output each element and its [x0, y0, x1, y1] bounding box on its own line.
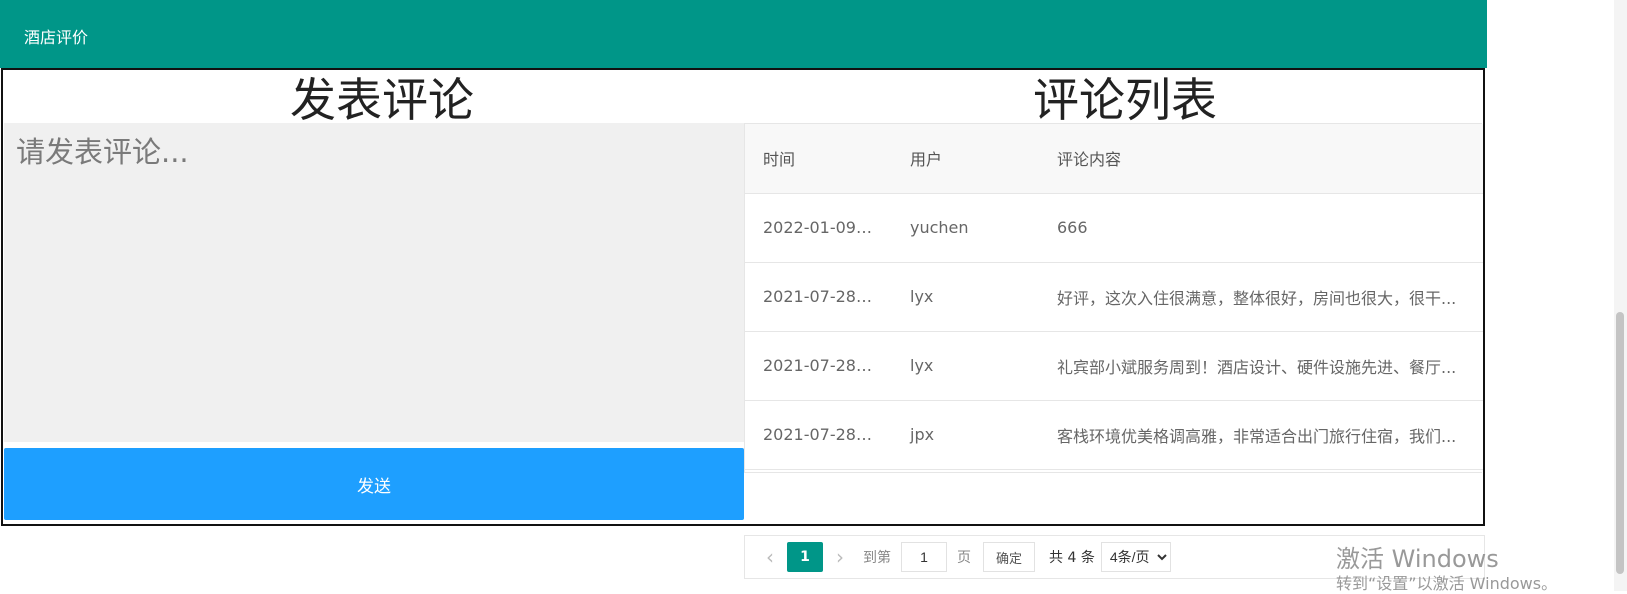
- goto-confirm-button[interactable]: 确定: [983, 542, 1036, 572]
- table-row[interactable]: 2022-01-09T... yuchen 666: [745, 193, 1483, 263]
- goto-prefix-label: 到第: [863, 550, 891, 566]
- cell-user: lyx: [892, 331, 1039, 401]
- scrollbar-thumb[interactable]: [1616, 312, 1624, 574]
- total-count: 共 4 条: [1049, 550, 1095, 566]
- watermark-title: 激活 Windows: [1336, 545, 1499, 573]
- compose-title: 发表评论: [290, 73, 474, 127]
- activation-watermark: 激活 Windows 转到“设置”以激活 Windows。: [1336, 544, 1557, 594]
- send-button[interactable]: 发送: [4, 448, 744, 520]
- goto-page-input[interactable]: [901, 542, 947, 572]
- cell-time: 2021-07-28T...: [745, 262, 892, 332]
- goto-suffix-label: 页: [957, 550, 971, 566]
- chevron-right-icon[interactable]: ›: [823, 545, 857, 569]
- table-row[interactable]: 2021-07-28T... lyx 礼宾部小斌服务周到！酒店设计、硬件设施先进…: [745, 331, 1483, 401]
- cell-user: lyx: [892, 262, 1039, 332]
- column-header-time: 时间: [745, 124, 892, 194]
- table-row[interactable]: 2021-07-28T... jpx 客栈环境优美格调高雅，非常适合出门旅行住宿…: [745, 400, 1483, 470]
- comment-list-title: 评论列表: [1033, 73, 1217, 127]
- page-button-current[interactable]: 1: [787, 542, 823, 572]
- chevron-left-icon[interactable]: ‹: [753, 545, 787, 569]
- watermark-subtitle: 转到“设置”以激活 Windows。: [1336, 574, 1558, 593]
- cell-content: 客栈环境优美格调高雅，非常适合出门旅行住宿，我们...: [1039, 400, 1483, 470]
- cell-user: yuchen: [892, 193, 1039, 263]
- cell-content: 好评，这次入住很满意，整体很好，房间也很大，很干...: [1039, 262, 1483, 332]
- page-size-select[interactable]: 4条/页: [1100, 542, 1171, 572]
- table-header-row: 时间 用户 评论内容: [745, 124, 1483, 194]
- cell-content: 礼宾部小斌服务周到！酒店设计、硬件设施先进、餐厅...: [1039, 331, 1483, 401]
- cell-time: 2021-07-28T...: [745, 400, 892, 470]
- column-header-content: 评论内容: [1039, 124, 1483, 194]
- cell-time: 2022-01-09T...: [745, 193, 892, 263]
- table-row[interactable]: 2021-07-28T... lyx 好评，这次入住很满意，整体很好，房间也很大…: [745, 262, 1483, 332]
- cell-time: 2021-07-28T...: [745, 331, 892, 401]
- comment-table: 时间 用户 评论内容 2022-01-09T... yuchen 666 202…: [744, 123, 1483, 473]
- comment-input[interactable]: [4, 123, 744, 442]
- column-header-user: 用户: [892, 124, 1039, 194]
- header-title: 酒店评价: [24, 30, 89, 47]
- app-header: 酒店评价: [0, 0, 1487, 68]
- cell-content: 666: [1039, 193, 1483, 263]
- cell-user: jpx: [892, 400, 1039, 470]
